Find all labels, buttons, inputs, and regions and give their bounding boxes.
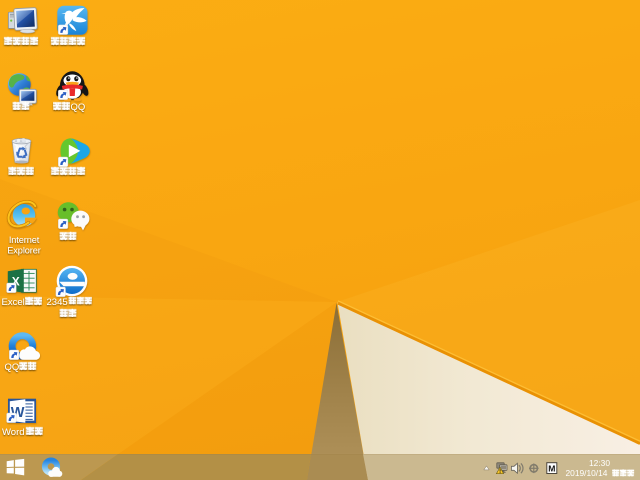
svg-text:Excel: Excel [2, 297, 25, 308]
svg-text:M: M [548, 464, 555, 474]
svg-text:QQ: QQ [71, 102, 86, 113]
svg-text:12:30: 12:30 [589, 458, 610, 468]
svg-text:2019/10/14: 2019/10/14 [566, 468, 608, 478]
svg-text:Explorer: Explorer [7, 246, 40, 256]
svg-text:Internet: Internet [9, 235, 40, 245]
svg-text:Word: Word [2, 427, 25, 438]
svg-text:QQ: QQ [5, 362, 20, 373]
svg-text:2345: 2345 [47, 297, 68, 308]
